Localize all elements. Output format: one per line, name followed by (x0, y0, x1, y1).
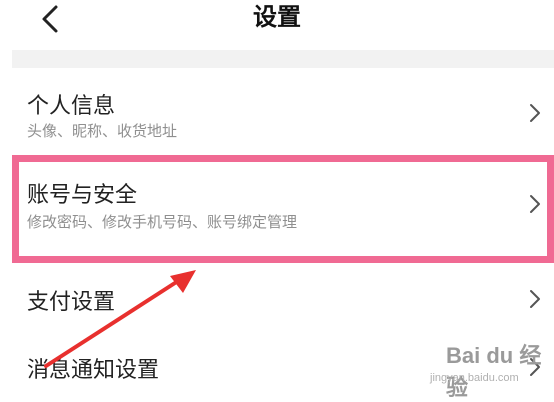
item-title: 账号与安全 (27, 183, 138, 208)
section-divider (12, 50, 554, 68)
watermark-logo: Bai du 经验 (446, 343, 542, 400)
watermark-url: jingyan.baidu.com (430, 372, 519, 384)
chevron-right-icon (530, 195, 540, 213)
item-title: 个人信息 (27, 94, 116, 119)
item-subtitle: 修改密码、修改手机号码、账号绑定管理 (27, 213, 298, 231)
settings-item-payment[interactable]: 支付设置 (12, 262, 554, 332)
settings-item-personal-info[interactable]: 个人信息 头像、昵称、收货地址 (12, 68, 554, 158)
top-bar: 设置 (0, 0, 554, 50)
chevron-right-icon (530, 290, 540, 308)
item-subtitle: 头像、昵称、收货地址 (27, 122, 178, 140)
chevron-right-icon (530, 104, 540, 122)
item-title: 支付设置 (27, 290, 116, 315)
settings-item-account-security[interactable]: 账号与安全 修改密码、修改手机号码、账号绑定管理 (12, 155, 554, 255)
page-title: 设置 (253, 3, 301, 31)
item-title: 消息通知设置 (27, 358, 160, 383)
